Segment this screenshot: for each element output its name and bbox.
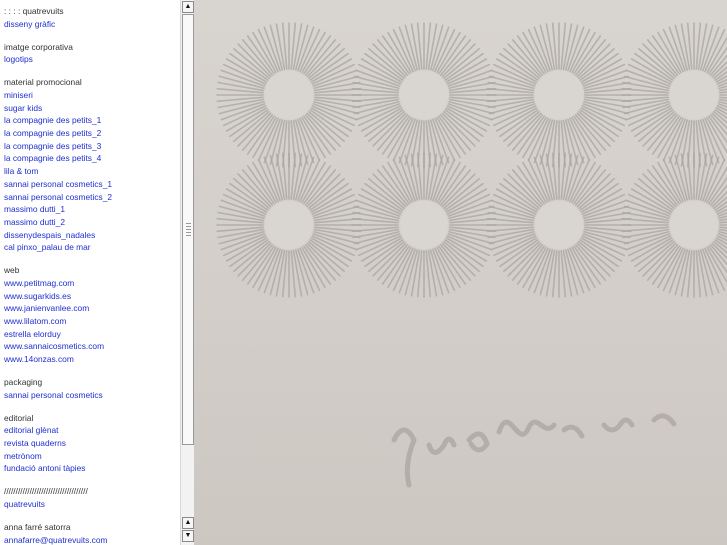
nav-group: : : : : quatrevuits disseny gràfic <box>4 5 180 30</box>
nav-link[interactable]: www.janienvanlee.com <box>4 302 180 315</box>
scroll-up-arrow-icon[interactable]: ▲ <box>182 1 194 13</box>
nav-link[interactable]: sannai personal cosmetics_2 <box>4 191 180 204</box>
nav-link[interactable]: www.sannaicosmetics.com <box>4 340 180 353</box>
nav-link[interactable]: editorial glènat <box>4 424 180 437</box>
nav-group: imatge corporativa logotips <box>4 41 180 66</box>
nav-group-heading: anna farré satorra <box>4 522 71 533</box>
nav-scrollbar[interactable]: ▲ ▲ ▼ <box>180 0 194 545</box>
nav-link[interactable]: sannai personal cosmetics <box>4 389 180 402</box>
nav-group: ////////////////////////////////////quat… <box>4 485 180 510</box>
nav-group-heading: packaging <box>4 377 43 388</box>
nav-link[interactable]: dissenydespais_nadales <box>4 229 180 242</box>
nav-link[interactable]: la compagnie des petits_1 <box>4 114 180 127</box>
scroll-down-arrow-icon[interactable]: ▼ <box>182 530 194 542</box>
nav-link[interactable]: www.14onzas.com <box>4 353 180 366</box>
scrollbar-grip-icon <box>186 223 191 237</box>
nav-link[interactable]: revista quaderns <box>4 437 180 450</box>
nav-link[interactable]: annafarre@quatrevuits.com <box>4 534 180 545</box>
nav-group-heading: : : : : quatrevuits <box>4 6 64 16</box>
sunburst-circle <box>351 152 497 298</box>
nav-link[interactable]: massimo dutti_2 <box>4 216 180 229</box>
nav-link[interactable]: la compagnie des petits_2 <box>4 127 180 140</box>
nav-link[interactable]: miniseri <box>4 89 180 102</box>
nav-group: packaging sannai personal cosmetics <box>4 376 180 401</box>
nav-link[interactable]: la compagnie des petits_4 <box>4 152 180 165</box>
nav-group-heading: material promocional <box>4 77 82 88</box>
nav-link[interactable]: sugar kids <box>4 102 180 115</box>
nav-link[interactable]: la compagnie des petits_3 <box>4 140 180 153</box>
handwriting-mark <box>391 413 677 488</box>
scroll-up-arrow-icon[interactable]: ▲ <box>182 517 194 529</box>
nav-link[interactable]: fundació antoni tàpies <box>4 462 180 475</box>
sunburst-pattern-image <box>216 22 727 488</box>
nav-link[interactable]: sannai personal cosmetics_1 <box>4 178 180 191</box>
nav-link[interactable]: cal pinxo_palau de mar <box>4 241 180 254</box>
sunburst-circle <box>486 152 632 298</box>
nav-link[interactable]: disseny gràfic <box>4 18 180 31</box>
nav-group-heading: //////////////////////////////////// <box>4 486 88 497</box>
nav-group: editorial editorial glènat revista quadern… <box>4 412 180 475</box>
nav-link[interactable]: lila & tom <box>4 165 180 178</box>
navigation-list: : : : : quatrevuits disseny gràfic imatge … <box>0 0 180 545</box>
nav-group: web www.petitmag.com www.sugarkids.es www.j… <box>4 264 180 366</box>
sunburst-circle <box>486 22 632 168</box>
nav-link[interactable]: www.lilatom.com <box>4 315 180 328</box>
nav-link[interactable]: metrònom <box>4 450 180 463</box>
sunburst-circle <box>621 152 727 298</box>
nav-group-heading: web <box>4 265 20 276</box>
sunburst-circle <box>216 152 362 298</box>
sunburst-circle <box>621 22 727 168</box>
nav-link[interactable]: estrella elorduy <box>4 328 180 341</box>
sunburst-circle <box>351 22 497 168</box>
portfolio-photo <box>194 0 727 545</box>
nav-link[interactable]: www.petitmag.com <box>4 277 180 290</box>
nav-link[interactable]: massimo dutti_1 <box>4 203 180 216</box>
nav-group: anna farré satorra annafarre@quatrevuits.… <box>4 521 180 545</box>
navigation-frame: : : : : quatrevuits disseny gràfic imatge … <box>0 0 180 545</box>
nav-group-heading: editorial <box>4 412 34 423</box>
scrollbar-thumb[interactable] <box>182 14 194 445</box>
nav-group: material promocional miniseri sugar kids la… <box>4 76 180 254</box>
nav-link[interactable]: quatrevuits <box>4 498 180 511</box>
sunburst-circle <box>216 22 362 168</box>
nav-link[interactable]: logotips <box>4 53 180 66</box>
nav-group-heading: imatge corporativa <box>4 41 73 52</box>
nav-link[interactable]: www.sugarkids.es <box>4 290 180 303</box>
